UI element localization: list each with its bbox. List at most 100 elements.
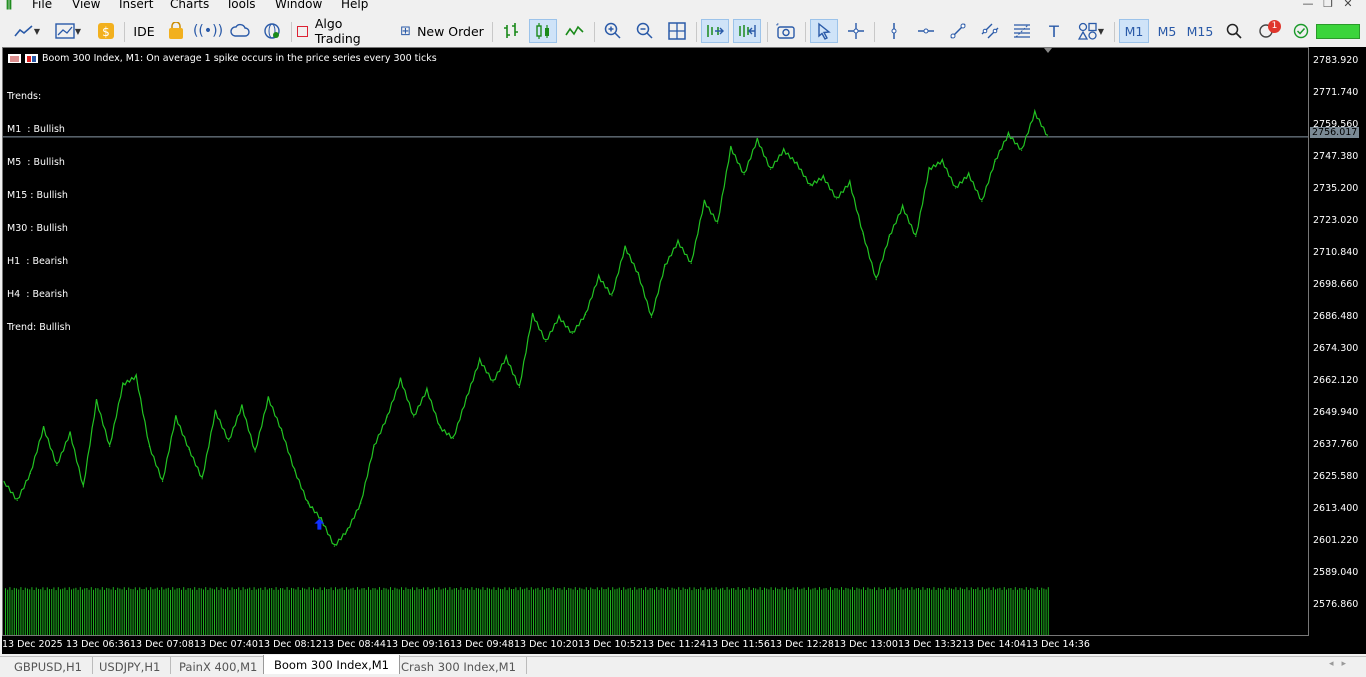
trend-h4: H4 : Bearish (7, 289, 69, 300)
chevron-left-icon[interactable]: ◂ (1329, 659, 1342, 669)
fibonacci-button[interactable] (1009, 19, 1035, 43)
tab-usdjpy-h1[interactable]: USDJPY,H1 (89, 657, 172, 674)
cursor-button[interactable] (810, 19, 838, 43)
volume-bar (750, 589, 752, 635)
trendline-button[interactable] (945, 19, 971, 43)
tile-windows-button[interactable] (664, 19, 690, 43)
volume-bar (583, 589, 585, 635)
price-point (730, 147, 732, 149)
chart-shift-button[interactable] (733, 19, 761, 43)
price-point (465, 397, 468, 399)
search-button[interactable] (1222, 19, 1246, 43)
tab-scroll-arrows[interactable]: ◂▸ (1329, 659, 1354, 669)
time-axis[interactable]: 13 Dec 2025 13 Dec 06:36 13 Dec 07:08 13… (2, 636, 1366, 654)
auto-scroll-button[interactable] (701, 19, 729, 43)
volume-bar (255, 589, 257, 635)
volume-bar (491, 589, 493, 635)
volume-bar (867, 587, 869, 635)
chart-tab-bar: GBPUSD,H1 USDJPY,H1 PainX 400,M1 Boom 30… (0, 655, 1366, 674)
candlestick-button[interactable] (529, 19, 557, 43)
volume-bar (511, 589, 512, 635)
price-axis[interactable]: 2783.920 2771.740 2759.560 2747.380 2735… (1309, 47, 1366, 636)
connection-status-button[interactable] (1289, 19, 1313, 43)
tab-gbpusd-h1[interactable]: GBPUSD,H1 (4, 657, 93, 674)
zoom-out-button[interactable] (632, 19, 658, 43)
signals-button[interactable]: ((•)) (193, 19, 223, 43)
menu-view[interactable]: View (72, 0, 100, 11)
price-point (518, 386, 521, 388)
volume-bar (99, 589, 101, 635)
horizontal-line-button[interactable] (913, 19, 939, 43)
algo-trading-button[interactable]: Algo Trading (297, 16, 391, 46)
shapes-dropdown[interactable]: ▼ (1072, 19, 1110, 43)
timeframe-m5[interactable]: M5 (1152, 19, 1182, 43)
new-order-button[interactable]: ⊞ New Order (399, 19, 485, 43)
price-chart[interactable] (3, 48, 1308, 635)
chart-template-dropdown[interactable]: ▼ (50, 19, 86, 43)
volume-bar (313, 587, 314, 635)
volume-bar (555, 589, 556, 635)
timeframe-m1[interactable]: M1 (1119, 19, 1149, 43)
volume-bar (621, 590, 622, 635)
volume-bar (757, 589, 759, 635)
volume-bar (874, 587, 875, 635)
menu-insert[interactable]: Insert (119, 0, 153, 11)
chart-shift-marker-icon[interactable] (1044, 48, 1052, 53)
trend-overall: Trend: Bullish (7, 322, 71, 333)
chart-window[interactable]: Boom 300 Index, M1: On average 1 spike o… (2, 47, 1309, 636)
one-click-trading-icon[interactable] (25, 54, 38, 63)
volume-bar (915, 588, 917, 635)
volume-bar (79, 587, 81, 635)
tab-crash-300-index-m1[interactable]: Crash 300 Index,M1 (391, 657, 527, 674)
volume-bar (640, 588, 642, 635)
volume-bar (108, 588, 110, 635)
tab-painx-400-m1[interactable]: PainX 400,M1 (169, 657, 269, 674)
volume-bar (277, 589, 279, 635)
vps-button[interactable] (228, 19, 252, 43)
market-bag-button[interactable] (164, 19, 188, 43)
chart-menu-icon[interactable] (8, 54, 21, 63)
volume-bar (128, 587, 130, 635)
volume-bar (405, 587, 407, 635)
text-tool-button[interactable]: T (1041, 19, 1067, 43)
ide-button[interactable]: IDE (130, 19, 158, 43)
close-icon[interactable]: ✕ (1338, 0, 1358, 10)
bar-chart-button[interactable] (498, 19, 524, 43)
volume-bar (310, 590, 312, 635)
price-point (69, 432, 71, 434)
menu-tools[interactable]: Tools (226, 0, 256, 11)
volume-bar (16, 588, 17, 635)
volume-bar (530, 587, 532, 635)
restore-icon[interactable]: ❐ (1318, 0, 1338, 10)
chevron-right-icon[interactable]: ▸ (1341, 659, 1354, 669)
zoom-in-button[interactable] (600, 19, 626, 43)
volume-bar (557, 588, 559, 635)
tab-boom-300-index-m1[interactable]: Boom 300 Index,M1 (263, 655, 400, 674)
vertical-line-button[interactable] (881, 19, 907, 43)
line-chart-button[interactable] (562, 19, 588, 43)
community-button[interactable] (260, 19, 284, 43)
price-point (650, 316, 653, 318)
volume-bar (563, 587, 565, 635)
price-point (928, 168, 930, 170)
crosshair-button[interactable] (843, 19, 869, 43)
new-chart-dropdown[interactable]: ▼ (8, 19, 46, 43)
channel-button[interactable] (977, 19, 1003, 43)
volume-bar (788, 589, 790, 635)
volume-bar (680, 590, 682, 635)
volume-bar (1034, 589, 1036, 635)
timeframe-m15[interactable]: M15 (1185, 19, 1215, 43)
notifications-button[interactable]: 1 (1253, 19, 1281, 43)
camera-icon (776, 23, 795, 39)
market-button[interactable]: $ (94, 19, 118, 43)
volume-bar (671, 587, 673, 635)
menu-window[interactable]: Window (275, 0, 322, 11)
menu-charts[interactable]: Charts (170, 0, 209, 11)
menu-help[interactable]: Help (341, 0, 368, 11)
volume-bar (101, 587, 103, 635)
volume-bar (731, 588, 732, 635)
screenshot-button[interactable] (773, 19, 799, 43)
minimize-icon[interactable]: — (1298, 0, 1318, 10)
menu-file[interactable]: File (32, 0, 52, 11)
price-point (241, 405, 243, 407)
